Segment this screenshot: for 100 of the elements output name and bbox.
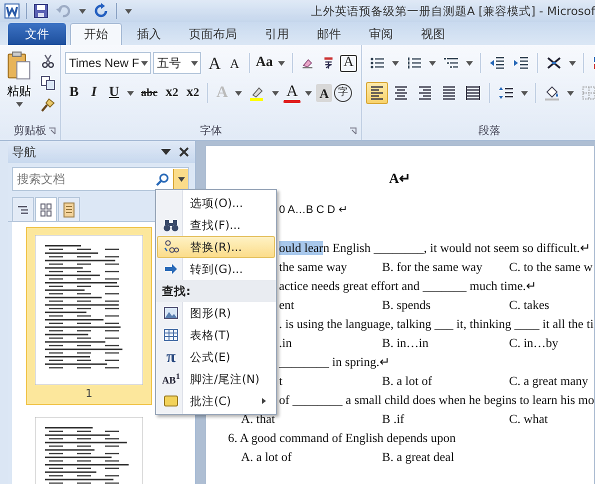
group-label: 字体 <box>200 122 222 138</box>
caret-icon[interactable] <box>392 60 399 66</box>
menu-item[interactable]: 批注(C) <box>157 390 275 412</box>
ribbon-tab[interactable]: 开始 <box>70 23 122 45</box>
page-icon <box>61 202 77 218</box>
footnote-icon: AB$^{1}$ <box>162 372 180 386</box>
format-painter-icon[interactable] <box>40 97 56 113</box>
caret-icon[interactable] <box>429 60 436 66</box>
redo-icon[interactable] <box>94 3 110 19</box>
enclose-characters-button[interactable]: 字 <box>334 84 352 102</box>
arrow-icon <box>163 261 179 277</box>
question-text: actice needs great effort and _______ much time.↵ <box>279 278 537 295</box>
dropdown-caret-icon[interactable] <box>190 60 198 66</box>
menu-item[interactable]: 选项(O)... <box>157 192 275 214</box>
ribbon-tab[interactable]: 引用 <box>252 23 302 45</box>
ribbon-tab[interactable]: 页面布局 <box>176 23 250 45</box>
phonetic-guide-icon <box>322 55 335 71</box>
caret-icon[interactable] <box>127 90 134 96</box>
caret-icon[interactable] <box>235 90 242 96</box>
font-color-button[interactable]: A <box>283 83 302 103</box>
align-left-button[interactable] <box>366 82 388 104</box>
font-size-field[interactable]: 五号 <box>153 52 201 74</box>
pane-menu-caret-icon[interactable] <box>161 147 171 157</box>
ribbon-tab[interactable]: 审阅 <box>356 23 406 45</box>
search-input[interactable]: 搜索文档 <box>13 171 155 187</box>
caret-icon[interactable] <box>567 90 574 96</box>
bold-button[interactable]: B <box>65 82 83 104</box>
pages-tab[interactable] <box>35 197 57 221</box>
window-title: 上外英语预备级第一册自测题A [兼容模式] - Microsof <box>311 4 595 18</box>
caret-icon[interactable] <box>272 90 280 96</box>
file-tab[interactable]: 文件 <box>8 23 66 45</box>
answer-option: C. a great many <box>509 372 594 391</box>
menu-item[interactable]: 转到(G)... <box>157 258 275 280</box>
search-options-button[interactable] <box>173 169 188 189</box>
answer-option: .in <box>279 334 382 353</box>
menu-item[interactable]: 替换(R)... <box>157 236 275 258</box>
increase-indent-icon <box>513 55 529 71</box>
change-case-button[interactable]: Aa <box>254 52 274 74</box>
search-field[interactable]: 搜索文档 <box>12 167 189 191</box>
character-shading-button[interactable]: A <box>316 84 332 102</box>
multilevel-list-icon <box>443 55 459 71</box>
menu-item[interactable]: π 公式(E) <box>157 346 275 368</box>
italic-button[interactable]: I <box>85 82 103 104</box>
paste-button[interactable]: 粘贴 <box>4 51 34 120</box>
search-icon[interactable] <box>155 172 170 186</box>
copy-icon[interactable] <box>40 75 56 91</box>
caret-icon[interactable] <box>521 90 528 96</box>
answer-option: A. that <box>241 410 382 429</box>
page-number: 1 <box>86 386 92 402</box>
caret-icon[interactable] <box>569 60 576 66</box>
customize-caret-icon[interactable] <box>125 8 132 14</box>
strikethrough-button[interactable]: abc <box>138 82 160 104</box>
note-icon <box>163 393 179 409</box>
menu-item[interactable]: 图形(R) <box>157 302 275 324</box>
ribbon-tab[interactable]: 邮件 <box>304 23 354 45</box>
shrink-font-button[interactable]: A <box>226 52 244 74</box>
page-grid-icon <box>38 202 54 218</box>
caret-icon[interactable] <box>79 8 86 14</box>
menu-item[interactable]: AB$^{1}$ 脚注/尾注(N) <box>157 368 275 390</box>
borders-icon <box>581 85 595 101</box>
answer-option: the same way <box>279 258 382 277</box>
caret-icon[interactable] <box>305 90 312 96</box>
clipboard-icon <box>6 51 32 81</box>
caret-icon[interactable] <box>466 60 473 66</box>
submenu-arrow-icon <box>262 398 266 404</box>
menu-item[interactable]: 表格(T) <box>157 324 275 346</box>
answer-option: C. what <box>509 410 594 429</box>
binoculars-icon <box>163 217 179 233</box>
answer-option: B. a lot of <box>382 372 509 391</box>
close-icon[interactable] <box>179 147 189 157</box>
decrease-indent-icon <box>489 55 505 71</box>
page-thumbnail[interactable]: 1 <box>26 227 152 405</box>
launcher-icon[interactable] <box>349 127 357 135</box>
answer-option: B. a great deal <box>382 448 509 467</box>
launcher-icon[interactable] <box>48 127 56 135</box>
pi-icon: π <box>166 347 176 367</box>
ribbon-tab[interactable]: 插入 <box>124 23 174 45</box>
paint-bucket-icon <box>544 85 560 101</box>
answer-option: B. spends <box>382 296 509 315</box>
caret-icon <box>16 102 22 107</box>
align-left-icon <box>369 85 385 101</box>
answer-option: C. to the same w <box>509 258 594 277</box>
save-icon[interactable] <box>33 3 49 19</box>
grow-font-button[interactable]: A <box>206 52 224 74</box>
caret-icon <box>178 176 184 182</box>
align-right-icon <box>417 85 433 101</box>
scissors-icon[interactable] <box>40 53 56 69</box>
question-text: ould learn English ________, it would not seem so difficult.↵ <box>279 240 591 257</box>
menu-item[interactable]: 查找(F)... <box>157 214 275 236</box>
caret-icon[interactable] <box>278 60 286 66</box>
dropdown-caret-icon[interactable] <box>141 60 148 66</box>
font-name-field[interactable]: Times New F <box>65 52 152 74</box>
underline-button[interactable]: U <box>105 82 123 104</box>
table-icon <box>163 327 179 343</box>
question-text: of ________ a small child does when he begins to learn his mo <box>279 392 594 409</box>
ribbon-tab[interactable]: 视图 <box>408 23 458 45</box>
character-border-button[interactable]: A <box>340 54 357 72</box>
results-tab[interactable] <box>58 197 80 221</box>
headings-tab[interactable] <box>12 197 34 221</box>
justify-icon <box>441 85 457 101</box>
